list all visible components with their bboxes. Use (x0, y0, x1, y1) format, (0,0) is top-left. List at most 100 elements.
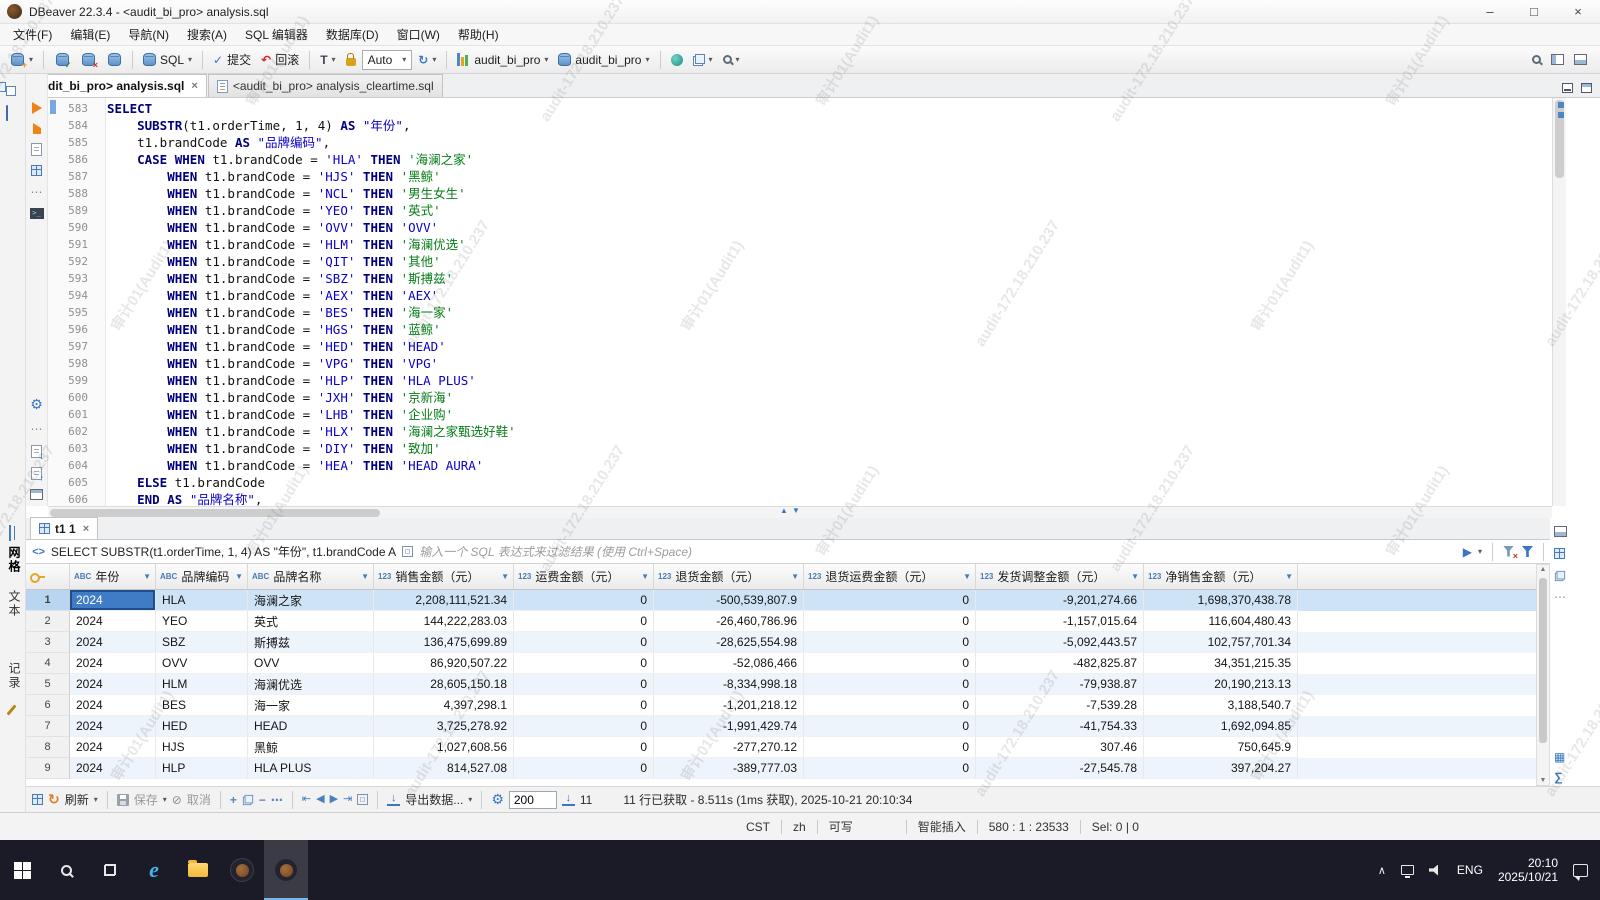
scrollbar-thumb[interactable] (50, 509, 380, 517)
table-cell[interactable]: 2024 (70, 695, 156, 716)
sash-expand-icon[interactable]: ▼ (792, 507, 800, 515)
table-cell[interactable]: 4,397,298.1 (374, 695, 514, 716)
table-cell[interactable]: 英式 (248, 611, 374, 632)
table-cell[interactable]: 1,698,370,438.78 (1144, 590, 1298, 611)
table-cell[interactable]: 0 (514, 674, 654, 695)
table-cell[interactable]: 0 (514, 653, 654, 674)
filter-settings-icon[interactable] (1521, 546, 1533, 557)
close-button[interactable]: × (1556, 0, 1600, 23)
editor-vscrollbar[interactable] (1552, 98, 1566, 506)
table-cell[interactable]: 海澜之家 (248, 590, 374, 611)
table-cell[interactable]: 0 (804, 674, 976, 695)
table-cell[interactable]: -9,201,274.66 (976, 590, 1144, 611)
maximize-view-icon[interactable] (1581, 83, 1592, 93)
delete-row-icon[interactable]: − (259, 794, 266, 806)
table-cell[interactable]: 0 (514, 758, 654, 779)
menu-item[interactable]: 数据库(D) (317, 24, 388, 45)
grid-presentation-icon[interactable] (9, 525, 11, 541)
table-cell[interactable]: BES (156, 695, 248, 716)
refresh-icon[interactable]: ↻ (48, 791, 60, 808)
close-icon[interactable]: × (83, 523, 89, 535)
menu-item[interactable]: 搜索(A) (178, 24, 236, 45)
table-cell[interactable]: 0 (804, 737, 976, 758)
table-cell[interactable]: -1,157,015.64 (976, 611, 1144, 632)
table-cell[interactable]: 2024 (70, 716, 156, 737)
row-number-cell[interactable]: 6 (26, 695, 70, 716)
row-number-cell[interactable]: 4 (26, 653, 70, 674)
grid-vscrollbar[interactable]: ▲ ▼ (1536, 564, 1550, 786)
speaker-icon[interactable] (1428, 864, 1439, 876)
table-cell[interactable]: 116,604,480.43 (1144, 611, 1298, 632)
row-number-cell[interactable]: 7 (26, 716, 70, 737)
table-cell[interactable]: -27,545.78 (976, 758, 1144, 779)
settings-gear-icon[interactable]: ⚙ (30, 396, 43, 413)
save-button[interactable]: 保存 (134, 791, 158, 808)
row-number-cell[interactable]: 9 (26, 758, 70, 779)
column-dropdown-icon[interactable]: ▼ (641, 572, 649, 581)
table-cell[interactable]: -28,625,554.98 (654, 632, 804, 653)
table-cell[interactable]: 0 (804, 758, 976, 779)
toggle-bottom-panel-icon[interactable] (1574, 54, 1587, 65)
table-cell[interactable]: 2,208,111,521.34 (374, 590, 514, 611)
column-dropdown-icon[interactable]: ▼ (143, 572, 151, 581)
internet-explorer-button[interactable]: e (132, 840, 176, 900)
transaction-mode-button[interactable]: T ▾ (316, 49, 339, 71)
table-cell[interactable]: 黑鲸 (248, 737, 374, 758)
output-console-icon[interactable]: >_ (29, 208, 44, 219)
more-actions-icon[interactable]: ⋯ (31, 422, 43, 436)
expand-filter-icon[interactable] (402, 546, 414, 557)
dbeaver-taskbar-button-active[interactable] (264, 840, 308, 900)
table-cell[interactable]: 海澜优选 (248, 674, 374, 695)
column-header[interactable]: ABC 年份 ▼ (70, 564, 156, 589)
table-cell[interactable]: OVV (156, 653, 248, 674)
table-cell[interactable]: -1,201,218.12 (654, 695, 804, 716)
table-cell[interactable]: -482,825.87 (976, 653, 1144, 674)
table-cell[interactable]: 2024 (70, 758, 156, 779)
row-number-cell[interactable]: 3 (26, 632, 70, 653)
transaction-mode-combo[interactable]: Auto ▾ (361, 49, 413, 70)
column-dropdown-icon[interactable]: ▼ (501, 572, 509, 581)
notification-center-icon[interactable] (1573, 863, 1588, 881)
table-cell[interactable]: 86,920,507.22 (374, 653, 514, 674)
taskbar-search-button[interactable] (44, 840, 88, 900)
commit-button[interactable]: ✓ 提交 (209, 49, 255, 71)
filter-input[interactable]: 输入一个 SQL 表达式来过滤结果 (使用 Ctrl+Space) (419, 543, 1457, 560)
table-cell[interactable]: HLA PLUS (248, 758, 374, 779)
table-cell[interactable]: 2024 (70, 653, 156, 674)
table-cell[interactable]: 0 (514, 716, 654, 737)
table-cell[interactable]: 3,188,540.7 (1144, 695, 1298, 716)
status-segment[interactable]: 可写 (825, 818, 857, 835)
table-cell[interactable]: HLP (156, 758, 248, 779)
fetch-all-icon[interactable]: ⇥ (343, 794, 352, 805)
record-edit-icon[interactable] (6, 704, 17, 716)
menu-item[interactable]: SQL 编辑器 (236, 24, 317, 45)
menu-item[interactable]: 编辑(E) (61, 24, 119, 45)
status-segment[interactable]: zh (789, 820, 810, 834)
column-dropdown-icon[interactable]: ▼ (963, 572, 971, 581)
column-dropdown-icon[interactable]: ▼ (791, 572, 799, 581)
table-cell[interactable]: 1,027,608.56 (374, 737, 514, 758)
clear-filter-icon[interactable] (1502, 545, 1518, 561)
table-cell[interactable]: -26,460,786.96 (654, 611, 804, 632)
column-dropdown-icon[interactable]: ▼ (1285, 572, 1293, 581)
table-cell[interactable]: 海一家 (248, 695, 374, 716)
scroll-down-icon[interactable]: ▼ (1537, 777, 1549, 784)
table-cell[interactable]: 3,725,278.92 (374, 716, 514, 737)
column-dropdown-icon[interactable]: ▼ (361, 572, 369, 581)
table-cell[interactable]: HEAD (248, 716, 374, 737)
dbeaver-taskbar-button[interactable] (220, 840, 264, 900)
table-cell[interactable]: 0 (804, 653, 976, 674)
table-cell[interactable]: 斯搏兹 (248, 632, 374, 653)
save-script-icon[interactable]: ↑ (31, 467, 44, 483)
status-segment[interactable]: 580 : 1 : 23533 (985, 820, 1073, 834)
table-cell[interactable]: 0 (804, 632, 976, 653)
add-row-icon[interactable]: + (230, 794, 237, 806)
duplicate-row-icon[interactable] (242, 794, 253, 805)
table-cell[interactable]: HLA (156, 590, 248, 611)
start-button[interactable] (0, 840, 44, 900)
row-number-cell[interactable]: 1 (26, 590, 70, 611)
transaction-log-button[interactable] (102, 49, 126, 71)
sql-editor[interactable]: 583 SELECT 584 SUBSTR(t1.orderTime, 1, 4) … (48, 98, 1552, 506)
table-cell[interactable]: 2024 (70, 611, 156, 632)
chevron-down-icon[interactable]: ▾ (468, 795, 472, 804)
